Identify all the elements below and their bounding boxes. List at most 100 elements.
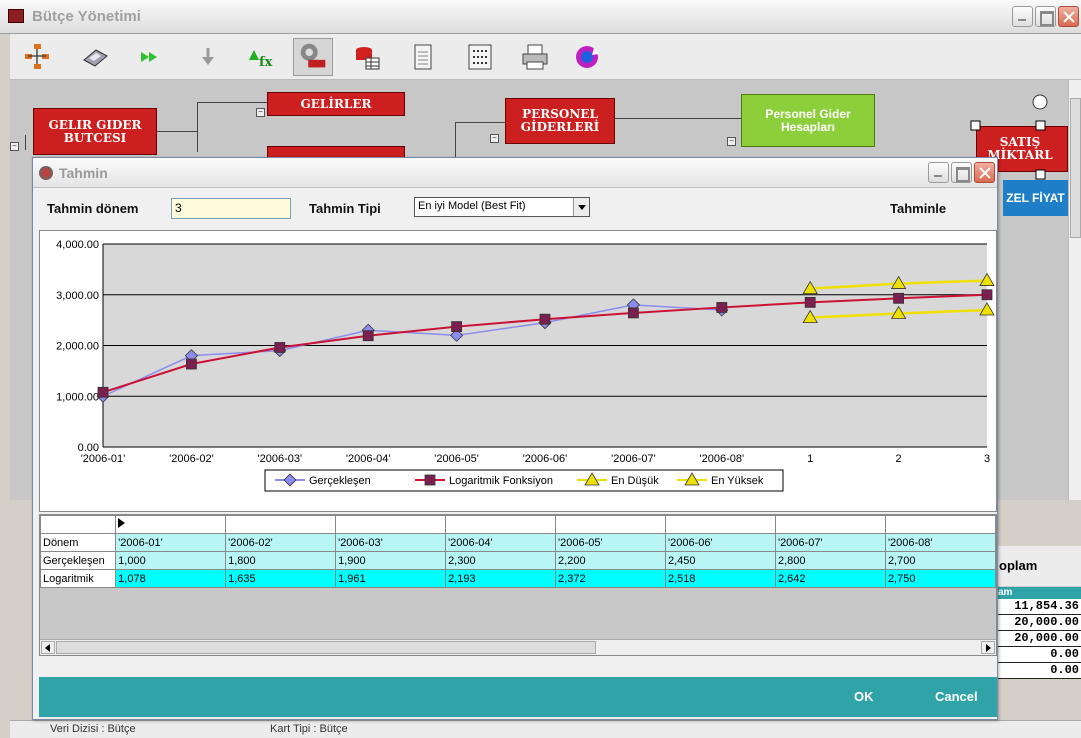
legend-label: Logaritmik Fonksiyon bbox=[449, 475, 553, 487]
main-vertical-scrollbar[interactable] bbox=[1068, 80, 1081, 500]
grid-column-header[interactable] bbox=[555, 515, 666, 534]
legend-label: Gerçekleşen bbox=[309, 475, 371, 487]
forecast-chart: 0.00 1,000.00 2,000.00 3,000.00 4,000.00'200… bbox=[39, 230, 997, 512]
forecast-button[interactable]: Tahminle bbox=[890, 201, 946, 216]
node-gelirler[interactable]: GELİRLER bbox=[267, 92, 405, 116]
grid-cell[interactable]: 1,078 bbox=[115, 569, 227, 588]
x-tick-label: 2 bbox=[896, 453, 902, 465]
node-ozel-fiyat[interactable]: ZEL FİYAT bbox=[1003, 180, 1068, 216]
grid-column-header[interactable] bbox=[884, 515, 996, 534]
grid-cell[interactable]: 1,900 bbox=[335, 551, 447, 570]
grid-corner bbox=[40, 515, 117, 534]
row-pointer-icon bbox=[118, 518, 126, 528]
grid-cell[interactable]: '2006-02' bbox=[225, 533, 337, 552]
grid-cell[interactable]: 2,518 bbox=[665, 569, 776, 588]
y-tick-label: 1,000.00 bbox=[56, 391, 99, 403]
disk-icon[interactable] bbox=[80, 42, 110, 72]
scroll-left-icon[interactable] bbox=[41, 641, 55, 654]
grid-cell[interactable]: 2,750 bbox=[884, 569, 996, 588]
chevron-down-icon[interactable] bbox=[573, 198, 589, 216]
fast-forward-icon[interactable] bbox=[135, 42, 165, 72]
table-row: Dönem '2006-01' '2006-02' '2006-03' '2006-04… bbox=[40, 533, 996, 552]
behind-value: 20,000.00 bbox=[995, 615, 1081, 631]
grid-cell[interactable]: '2006-05' bbox=[555, 533, 666, 552]
minimize-button[interactable] bbox=[1012, 6, 1033, 27]
grid-cell[interactable]: 1,635 bbox=[225, 569, 337, 588]
svg-text:fx: fx bbox=[259, 55, 273, 70]
report-icon[interactable] bbox=[408, 42, 438, 72]
x-tick-label: 1 bbox=[807, 453, 813, 465]
scroll-thumb[interactable] bbox=[56, 641, 596, 654]
grid-cell[interactable]: 2,193 bbox=[445, 569, 557, 588]
behind-value: 20,000.00 bbox=[995, 631, 1081, 647]
grid-cell[interactable]: 1,961 bbox=[335, 569, 447, 588]
behind-value: 0.00 bbox=[995, 647, 1081, 663]
close-button[interactable] bbox=[1058, 6, 1079, 27]
grid-cell[interactable]: '2006-01' bbox=[115, 533, 227, 552]
grid-column-header[interactable] bbox=[774, 515, 886, 534]
table-row: Gerçekleşen 1,000 1,800 1,900 2,300 2,200 2,45… bbox=[40, 551, 996, 570]
data-point bbox=[362, 330, 374, 342]
function-icon[interactable]: fx bbox=[245, 42, 275, 72]
maximize-button[interactable] bbox=[1035, 6, 1056, 27]
type-select[interactable]: En iyi Model (Best Fit) bbox=[414, 197, 590, 217]
data-point bbox=[716, 302, 728, 313]
grid-column-header[interactable] bbox=[225, 515, 337, 534]
arrow-down-icon[interactable] bbox=[193, 42, 223, 72]
grid-cell[interactable]: 2,300 bbox=[445, 551, 557, 570]
grid-cell[interactable]: '2006-06' bbox=[665, 533, 776, 552]
grid-column-header[interactable] bbox=[665, 515, 776, 534]
grid-cell[interactable]: 2,700 bbox=[884, 551, 996, 570]
node-gelir-gider-butcesi[interactable]: GELIR GIDER BUTCESI bbox=[33, 108, 157, 155]
period-input[interactable]: 3 bbox=[171, 198, 291, 219]
grid-column-header[interactable] bbox=[445, 515, 557, 534]
grid-cell[interactable]: '2006-04' bbox=[445, 533, 557, 552]
refresh-icon[interactable] bbox=[572, 42, 602, 72]
x-tick-label: '2006-05' bbox=[434, 453, 479, 465]
collapse-toggle[interactable]: − bbox=[490, 134, 499, 143]
x-tick-label: '2006-07' bbox=[611, 453, 656, 465]
collapse-toggle[interactable]: − bbox=[727, 137, 736, 146]
collapse-toggle[interactable]: − bbox=[256, 108, 265, 117]
cancel-button[interactable]: Cancel bbox=[935, 689, 978, 704]
dialog-controls bbox=[928, 162, 995, 183]
grid-cell[interactable]: 2,372 bbox=[555, 569, 666, 588]
grid-indicator-row bbox=[40, 515, 996, 534]
grid-cell[interactable]: 1,800 bbox=[225, 551, 337, 570]
grid-cell[interactable]: 2,800 bbox=[774, 551, 886, 570]
ok-button[interactable]: OK bbox=[854, 689, 874, 704]
dialog-minimize-button[interactable] bbox=[928, 162, 949, 183]
grid-cell[interactable]: 1,000 bbox=[115, 551, 227, 570]
hierarchy-icon[interactable] bbox=[22, 42, 52, 72]
grid-column-header[interactable] bbox=[335, 515, 447, 534]
collapse-toggle[interactable]: − bbox=[10, 142, 19, 151]
node-personel-giderleri[interactable]: PERSONEL GİDERLERİ bbox=[505, 98, 615, 144]
data-point bbox=[893, 292, 904, 304]
grid-cell[interactable]: 2,200 bbox=[555, 551, 666, 570]
grid-cell[interactable]: 2,642 bbox=[774, 569, 886, 588]
dialog-close-button[interactable] bbox=[974, 162, 995, 183]
grid-column-header[interactable] bbox=[115, 515, 227, 534]
data-point bbox=[451, 321, 463, 333]
x-tick-label: '2006-08' bbox=[700, 453, 745, 465]
grid-cell[interactable]: 2,450 bbox=[665, 551, 776, 570]
status-bar: Veri Dizisi : Bütçe Kart Tipi : Bütçe bbox=[10, 720, 1081, 738]
database-table-icon[interactable] bbox=[352, 42, 382, 72]
x-tick-label: '2006-02' bbox=[169, 453, 214, 465]
dialog-maximize-button[interactable] bbox=[951, 162, 972, 183]
dialog-titlebar[interactable]: Tahmin bbox=[33, 158, 997, 188]
grid-horizontal-scrollbar[interactable] bbox=[40, 639, 996, 655]
x-tick-label: '2006-04' bbox=[346, 453, 391, 465]
data-point bbox=[804, 296, 816, 308]
binary-icon[interactable] bbox=[465, 42, 495, 72]
x-tick-label: '2006-06' bbox=[523, 453, 568, 465]
scroll-right-icon[interactable] bbox=[981, 641, 995, 654]
database-gear-icon[interactable] bbox=[293, 38, 333, 76]
chart-svg: 0.001,000.002,000.003,000.004,000.00'200… bbox=[56, 239, 995, 492]
grid-cell[interactable]: '2006-03' bbox=[335, 533, 447, 552]
node-personel-gider-hesaplari[interactable]: Personel Gider Hesapları bbox=[741, 94, 875, 147]
grid-cell[interactable]: '2006-07' bbox=[774, 533, 886, 552]
grid-cell[interactable]: '2006-08' bbox=[884, 533, 996, 552]
print-icon[interactable] bbox=[520, 42, 550, 72]
x-tick-label: '2006-03' bbox=[258, 453, 303, 465]
